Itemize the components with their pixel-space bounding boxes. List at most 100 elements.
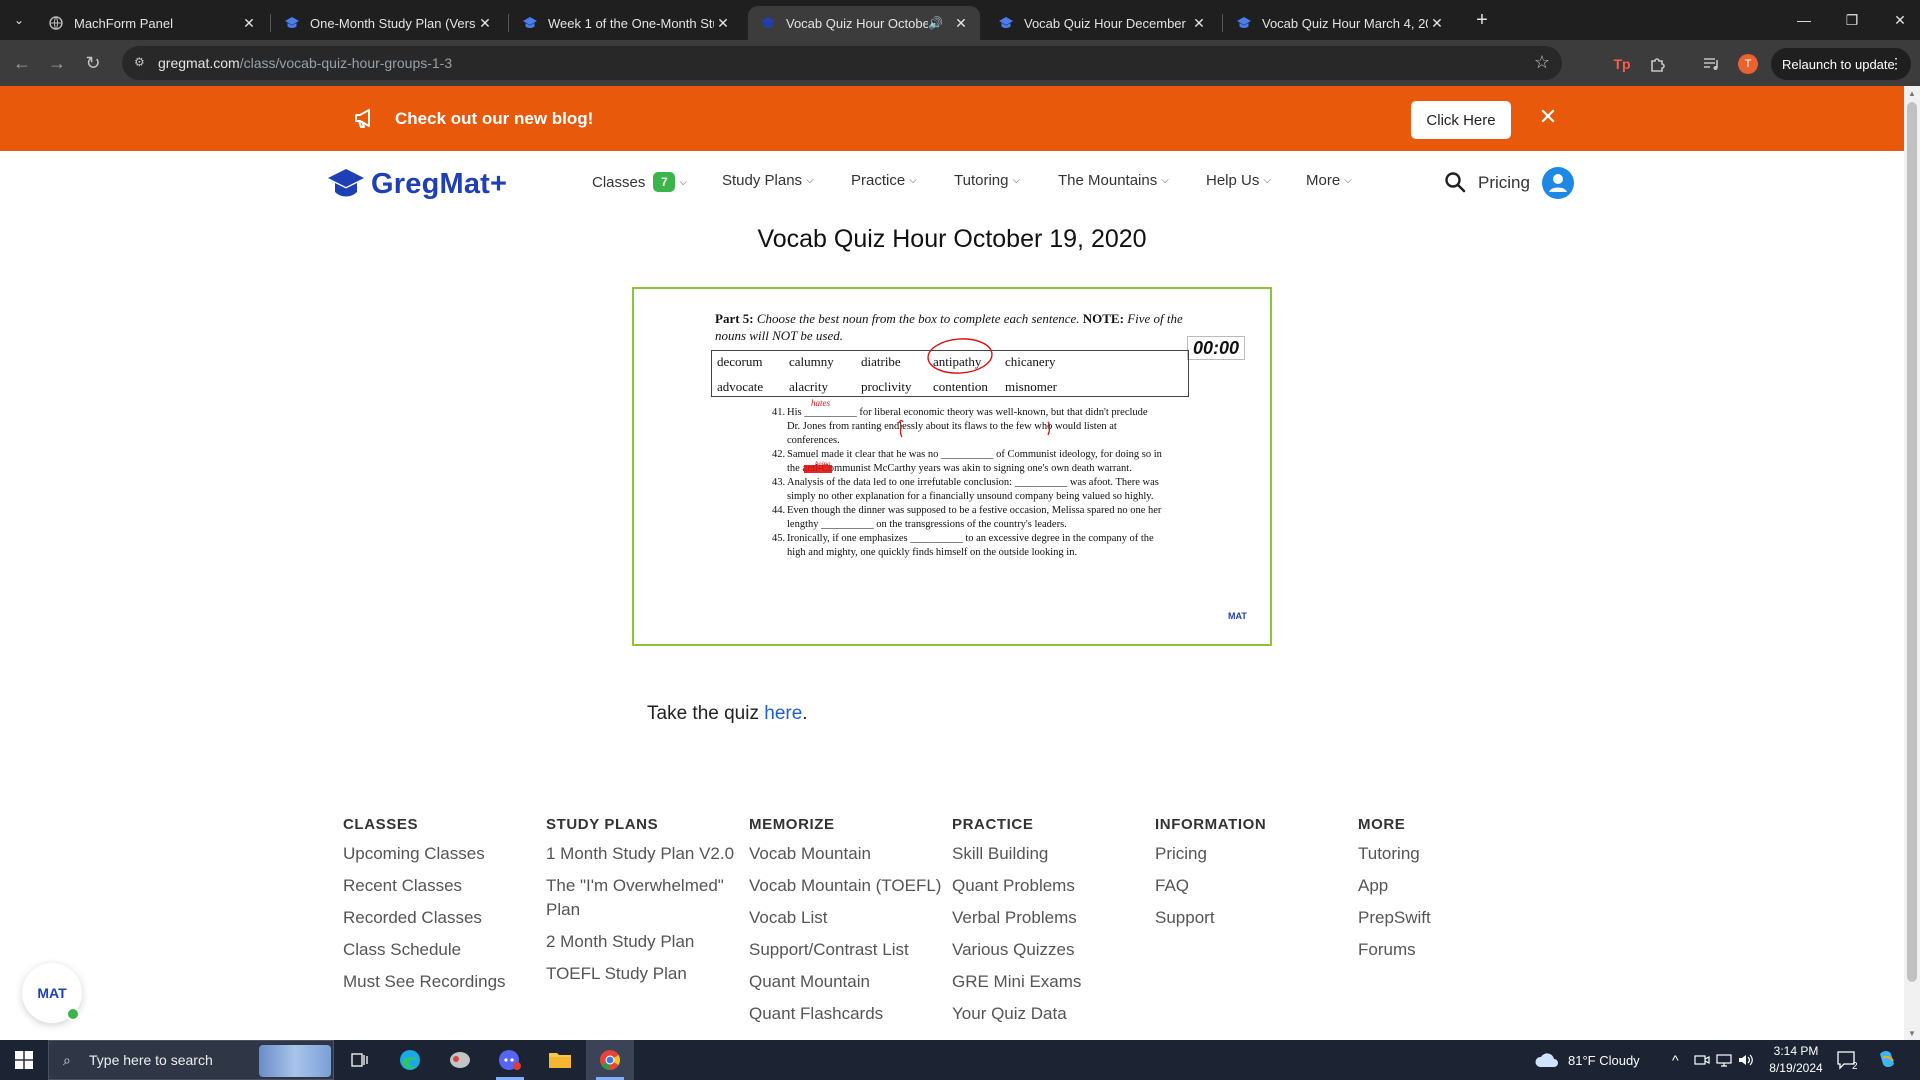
bookmark-star-icon[interactable]: ☆	[1534, 52, 1550, 73]
kebab-menu-icon[interactable]: ⋮	[1889, 55, 1903, 72]
tab-vocab-quiz-march[interactable]: Vocab Quiz Hour March 4, 2021 ✕	[1224, 6, 1456, 40]
footer-link[interactable]: Quant Problems	[952, 874, 1152, 898]
task-view-icon[interactable]	[336, 1040, 384, 1080]
footer-link[interactable]: FAQ	[1155, 874, 1355, 898]
notifications-icon[interactable]: 2	[1836, 1040, 1858, 1080]
close-banner-icon[interactable]: ✕	[1536, 104, 1560, 129]
tray-overflow-icon[interactable]: ^	[1672, 1040, 1679, 1080]
nav-more[interactable]: More ⌵	[1306, 172, 1352, 189]
chat-widget-button[interactable]: MAT	[22, 963, 82, 1023]
extension-tp-icon[interactable]: Tp	[1610, 52, 1634, 76]
nav-label: Practice	[851, 172, 906, 189]
nav-study-plans[interactable]: Study Plans ⌵	[722, 172, 814, 189]
forward-icon[interactable]: →	[44, 50, 70, 76]
footer-link[interactable]: Recent Classes	[343, 874, 543, 898]
clock-date: 8/19/2024	[1769, 1061, 1823, 1075]
take-quiz-link[interactable]: here	[764, 703, 802, 724]
search-icon[interactable]	[1444, 171, 1466, 193]
click-here-button[interactable]: Click Here	[1411, 101, 1511, 139]
network-icon[interactable]	[1716, 1040, 1732, 1080]
scroll-down-arrow-icon[interactable]: ▼	[1904, 1026, 1920, 1040]
close-tab-icon[interactable]: ✕	[240, 14, 258, 32]
footer-link[interactable]: Vocab List	[749, 906, 949, 930]
snipping-tool-icon[interactable]	[436, 1040, 484, 1080]
chrome-icon[interactable]	[586, 1040, 634, 1080]
relaunch-button[interactable]: Relaunch to update ⋮	[1771, 48, 1911, 80]
pricing-link[interactable]: Pricing	[1478, 173, 1530, 193]
profile-avatar[interactable]: T	[1738, 54, 1758, 74]
footer-link[interactable]: Pricing	[1155, 842, 1355, 866]
footer-link[interactable]: App	[1358, 874, 1558, 898]
footer-link[interactable]: Support	[1155, 906, 1355, 930]
footer-link[interactable]: Verbal Problems	[952, 906, 1152, 930]
close-tab-icon[interactable]: ✕	[952, 14, 970, 32]
search-icon: ⌕	[63, 1052, 71, 1068]
footer-link[interactable]: Forums	[1358, 938, 1558, 962]
tab-machform[interactable]: MachForm Panel ✕	[36, 6, 268, 40]
footer-link[interactable]: Upcoming Classes	[343, 842, 543, 866]
back-icon[interactable]: ←	[9, 50, 35, 76]
tab-vocab-quiz-october[interactable]: Vocab Quiz Hour October 1 🔊 ✕	[748, 6, 980, 40]
speaker-icon[interactable]: 🔊	[928, 16, 946, 30]
copilot-icon[interactable]	[1876, 1040, 1898, 1080]
scroll-up-arrow-icon[interactable]: ▲	[1904, 86, 1920, 100]
nav-label: More	[1306, 172, 1341, 189]
footer-link[interactable]: 2 Month Study Plan	[546, 930, 736, 954]
footer-link[interactable]: 1 Month Study Plan V2.0	[546, 842, 736, 866]
footer-link[interactable]: Vocab Mountain	[749, 842, 949, 866]
close-tab-icon[interactable]: ✕	[476, 14, 494, 32]
page-scrollbar[interactable]: ▲ ▼	[1904, 86, 1920, 1040]
footer-link[interactable]: GRE Mini Exams	[952, 970, 1152, 994]
gregmat-logo[interactable]: GregMat+	[327, 167, 507, 201]
footer-link[interactable]: TOEFL Study Plan	[546, 962, 736, 986]
footer-link[interactable]: Class Schedule	[343, 938, 543, 962]
close-tab-icon[interactable]: ✕	[1428, 14, 1446, 32]
address-bar[interactable]: ⚙ gregmat.com/class/vocab-quiz-hour-grou…	[122, 46, 1562, 80]
nav-tutoring[interactable]: Tutoring ⌵	[954, 172, 1020, 189]
taskbar-search-box[interactable]: ⌕ Type here to search	[48, 1040, 334, 1080]
edge-browser-icon[interactable]	[386, 1040, 434, 1080]
nav-practice[interactable]: Practice ⌵	[851, 172, 917, 189]
footer-link[interactable]: PrepSwift	[1358, 906, 1558, 930]
media-control-icon[interactable]	[1700, 52, 1724, 76]
nav-the-mountains[interactable]: The Mountains ⌵	[1058, 172, 1169, 189]
site-info-icon[interactable]: ⚙	[134, 55, 150, 71]
page-title: Vocab Quiz Hour October 19, 2020	[757, 225, 1147, 253]
footer-link[interactable]: Must See Recordings	[343, 970, 543, 994]
tab-title: MachForm Panel	[74, 15, 173, 31]
footer-link[interactable]: Tutoring	[1358, 842, 1558, 866]
reload-icon[interactable]: ↻	[80, 50, 106, 76]
weather-widget[interactable]: 81°F Cloudy	[1534, 1040, 1640, 1080]
system-clock[interactable]: 3:14 PM 8/19/2024	[1760, 1043, 1832, 1077]
close-tab-icon[interactable]: ✕	[714, 14, 732, 32]
meet-now-icon[interactable]	[1694, 1040, 1710, 1080]
tab-search-button[interactable]: ⌄	[6, 8, 32, 32]
nav-help-us[interactable]: Help Us ⌵	[1206, 172, 1271, 189]
word-bank-item: antipathy	[933, 354, 982, 369]
extensions-puzzle-icon[interactable]	[1646, 52, 1670, 76]
nav-classes[interactable]: Classes 7 ⌵	[592, 172, 687, 192]
word-bank-item: diatribe	[861, 354, 901, 369]
file-explorer-icon[interactable]	[536, 1040, 584, 1080]
tab-one-month-plan[interactable]: One-Month Study Plan (Version ✕	[272, 6, 504, 40]
user-account-icon[interactable]	[1542, 167, 1574, 199]
footer-link[interactable]: Various Quizzes	[952, 938, 1152, 962]
footer-link[interactable]: Skill Building	[952, 842, 1152, 866]
footer-link[interactable]: Support/Contrast List	[749, 938, 949, 962]
tab-vocab-quiz-december[interactable]: Vocab Quiz Hour December 30, ✕	[986, 6, 1218, 40]
footer-link[interactable]: Quant Mountain	[749, 970, 949, 994]
footer-heading: MORE	[1358, 816, 1406, 833]
footer-link[interactable]: Recorded Classes	[343, 906, 543, 930]
close-tab-icon[interactable]: ✕	[1190, 14, 1208, 32]
footer-link[interactable]: The "I'm Overwhelmed" Plan	[546, 874, 731, 922]
scrollbar-thumb[interactable]	[1907, 102, 1917, 982]
close-window-icon[interactable]: ✕	[1872, 0, 1920, 40]
windows-start-icon[interactable]	[0, 1040, 48, 1080]
tab-week-1[interactable]: Week 1 of the One-Month Stud ✕	[510, 6, 742, 40]
footer-link[interactable]: Your Quiz Data	[952, 1002, 1152, 1026]
volume-icon[interactable]	[1738, 1040, 1754, 1080]
footer-link[interactable]: Vocab Mountain (TOEFL)	[749, 874, 949, 898]
discord-icon[interactable]	[486, 1040, 534, 1080]
footer-link[interactable]: Quant Flashcards	[749, 1002, 949, 1026]
new-tab-button[interactable]: +	[1470, 8, 1494, 32]
